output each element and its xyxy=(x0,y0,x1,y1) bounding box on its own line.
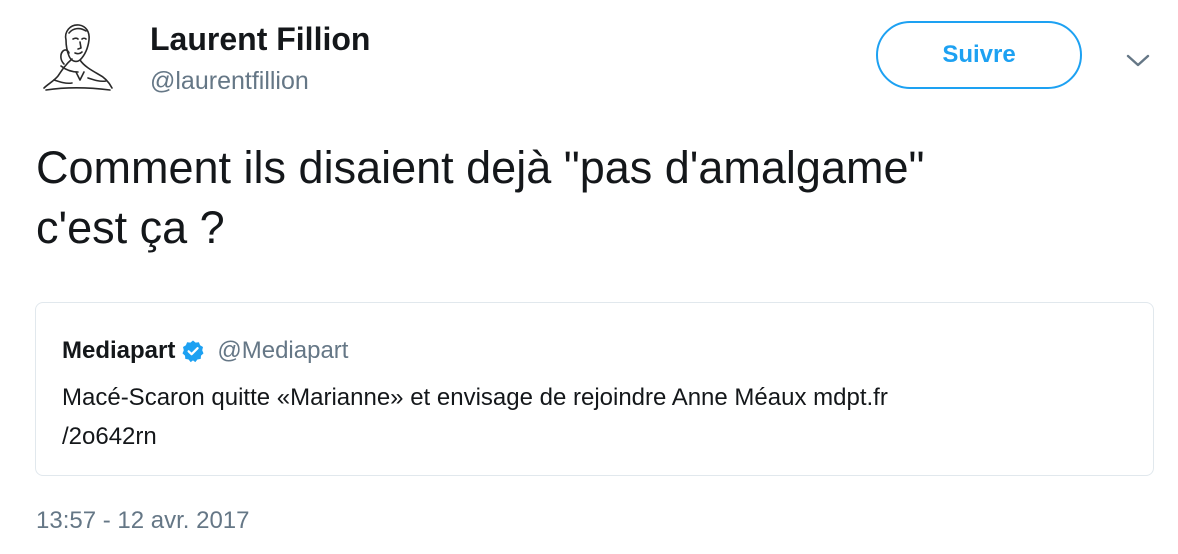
quoted-tweet-header: Mediapart @Mediapart xyxy=(62,335,348,367)
author-handle[interactable]: @laurentfillion xyxy=(150,66,309,96)
quoted-author-handle: @Mediapart xyxy=(217,337,349,364)
quoted-tweet-text-line-1: Macé-Scaron quitte «Marianne» et envisag… xyxy=(62,384,888,411)
quoted-tweet-text: Macé-Scaron quitte «Marianne» et envisag… xyxy=(62,378,1062,456)
follow-button[interactable]: Suivre xyxy=(876,21,1082,89)
quoted-tweet-card[interactable]: Mediapart @Mediapart Macé-Scaron quitte … xyxy=(35,302,1154,476)
tweet-text: Comment ils disaient dejà "pas d'amalgam… xyxy=(36,138,1156,258)
tweet-timestamp[interactable]: 13:57 - 12 avr. 2017 xyxy=(36,506,250,536)
tweet-text-line-1: Comment ils disaient dejà "pas d'amalgam… xyxy=(36,142,925,193)
quoted-tweet-text-line-2: /2o642rn xyxy=(62,423,157,450)
quoted-author-name: Mediapart xyxy=(62,337,176,364)
chevron-down-icon[interactable] xyxy=(1122,46,1154,74)
verified-badge-icon xyxy=(182,340,204,363)
author-name[interactable]: Laurent Fillion xyxy=(150,20,370,58)
avatar[interactable] xyxy=(36,14,116,94)
tweet-text-line-2: c'est ça ? xyxy=(36,202,225,253)
